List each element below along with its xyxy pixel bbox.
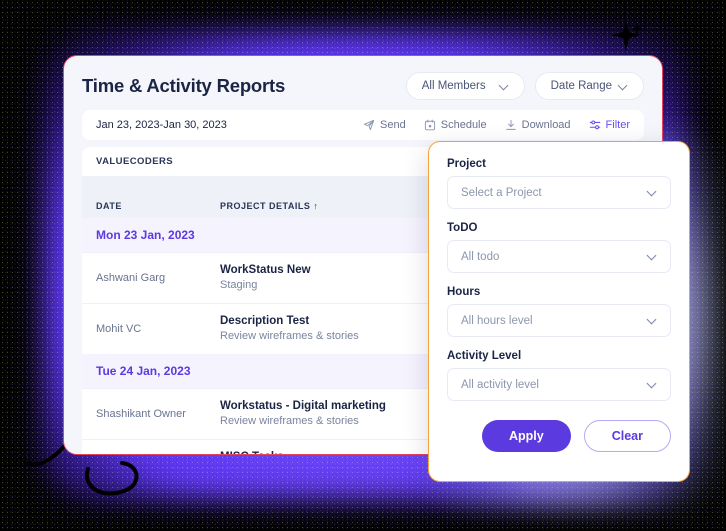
filter-label-project: Project: [447, 158, 486, 170]
row-date: Tue 24 Jan, 2023: [96, 364, 191, 378]
project-details-label: PROJECT DETAILS: [220, 201, 311, 211]
card-header: Time & Activity Reports All Members Date…: [64, 56, 662, 110]
filter-panel: Project Select a Project ToDO All todo H…: [428, 141, 690, 482]
activity-level-select[interactable]: All activity level: [447, 368, 671, 401]
download-label: Download: [521, 119, 571, 131]
apply-button[interactable]: Apply: [481, 420, 571, 452]
toolbar: Jan 23, 2023-Jan 30, 2023 Send Schedule: [82, 110, 644, 140]
row-date: Shashikant Owner: [96, 408, 186, 420]
activity-level-select-value: All activity level: [461, 378, 539, 391]
download-button[interactable]: Download: [505, 119, 571, 131]
send-label: Send: [380, 119, 406, 131]
clear-button[interactable]: Clear: [583, 420, 671, 452]
filter-field-activity-level: Activity Level All activity level: [447, 350, 671, 401]
chevron-down-icon: [500, 82, 509, 91]
all-members-dropdown[interactable]: All Members: [405, 72, 525, 100]
send-button[interactable]: Send: [363, 119, 406, 131]
page-title: Time & Activity Reports: [82, 75, 286, 96]
sort-ascending-icon: ↑: [313, 201, 319, 211]
header-controls: All Members Date Range: [405, 72, 644, 100]
close-icon[interactable]: [661, 153, 675, 167]
toolbar-actions: Send Schedule Download Filter: [363, 119, 630, 131]
filter-button[interactable]: Filter: [589, 119, 630, 131]
project-select-value: Select a Project: [461, 186, 542, 199]
all-members-label: All Members: [421, 80, 486, 92]
filter-field-todo: ToDO All todo: [447, 222, 671, 273]
download-icon: [505, 119, 516, 130]
chevron-down-icon: [648, 380, 657, 389]
todo-select[interactable]: All todo: [447, 240, 671, 273]
filter-label-todo: ToDO: [447, 222, 478, 234]
date-range-label: Date Range: [550, 80, 612, 92]
row-date: Mohit VC: [96, 323, 142, 335]
filter-label-hours: Hours: [447, 286, 481, 298]
calendar-icon: [424, 119, 435, 131]
filter-icon: [589, 120, 600, 130]
chevron-down-icon: [648, 188, 657, 197]
schedule-button[interactable]: Schedule: [424, 119, 487, 131]
column-header-date[interactable]: DATE: [96, 201, 220, 211]
schedule-label: Schedule: [440, 119, 487, 131]
todo-select-value: All todo: [461, 250, 500, 263]
chevron-down-icon: [648, 316, 657, 325]
filter-field-hours: Hours All hours level: [447, 286, 671, 337]
hours-select[interactable]: All hours level: [447, 304, 671, 337]
chevron-down-icon: [619, 82, 628, 91]
filter-field-project: Project Select a Project: [447, 158, 671, 209]
chevron-down-icon: [648, 252, 657, 261]
send-icon: [363, 119, 375, 131]
hours-select-value: All hours level: [461, 314, 533, 327]
row-date: Ashwani Garg: [96, 272, 166, 284]
filter-label-activity-level: Activity Level: [447, 350, 522, 362]
background-stage: Time & Activity Reports All Members Date…: [0, 0, 726, 531]
project-select[interactable]: Select a Project: [447, 176, 671, 209]
selected-date-range: Jan 23, 2023-Jan 30, 2023: [96, 119, 227, 131]
filter-label: Filter: [605, 119, 630, 131]
org-name: VALUECODERS: [96, 156, 174, 167]
filter-panel-actions: Apply Clear: [447, 420, 671, 452]
date-range-dropdown[interactable]: Date Range: [534, 72, 644, 100]
row-date: Mon 23 Jan, 2023: [96, 228, 195, 242]
